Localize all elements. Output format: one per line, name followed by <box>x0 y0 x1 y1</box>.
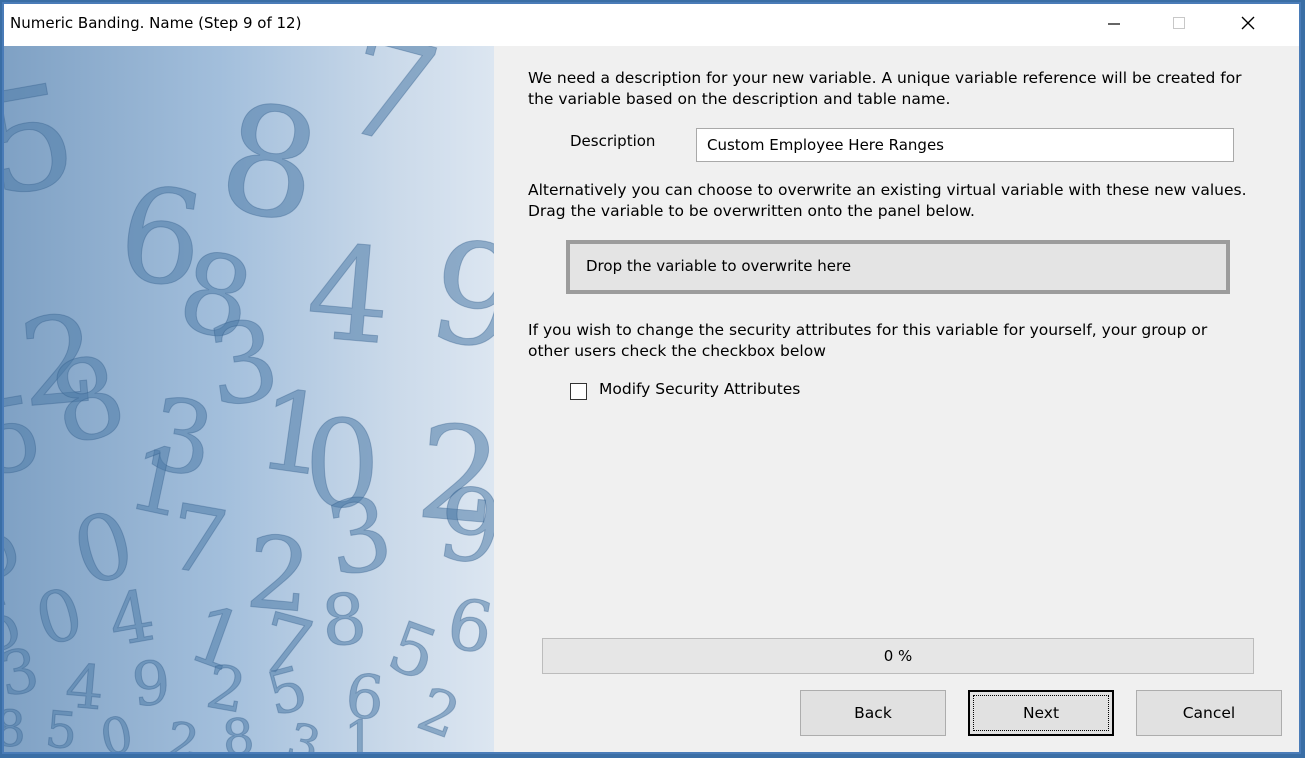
background-digit: 0 <box>27 572 91 663</box>
next-button[interactable]: Next <box>968 690 1114 736</box>
background-digit: 8 <box>220 707 257 752</box>
maximize-icon <box>1171 15 1187 35</box>
description-label: Description <box>570 132 656 150</box>
window-title: Numeric Banding. Name (Step 9 of 12) <box>10 14 302 32</box>
background-digit: 9 <box>418 209 494 385</box>
background-digit: 5 <box>43 700 80 752</box>
background-digit: 5 <box>4 53 88 229</box>
background-digit: 7 <box>325 46 453 182</box>
overwrite-drop-panel[interactable]: Drop the variable to overwrite here <box>566 240 1230 294</box>
minimize-button[interactable] <box>1084 4 1144 46</box>
background-digit: 9 <box>129 648 173 721</box>
cancel-button[interactable]: Cancel <box>1136 690 1282 736</box>
title-bar: Numeric Banding. Name (Step 9 of 12) <box>4 4 1299 46</box>
progress-bar: 0 % <box>542 638 1254 674</box>
background-digit: 4 <box>301 215 397 374</box>
close-button[interactable] <box>1218 4 1278 46</box>
background-digit: 0 <box>96 705 137 752</box>
close-icon <box>1240 15 1256 35</box>
maximize-button[interactable] <box>1149 4 1209 46</box>
background-digit: 8 <box>318 577 370 663</box>
background-digit: 8 <box>38 329 139 471</box>
back-button-label: Back <box>854 704 892 722</box>
intro-text: We need a description for your new varia… <box>528 69 1242 108</box>
back-button[interactable]: Back <box>800 690 946 736</box>
background-digit: 8 <box>4 700 26 752</box>
wizard-window: Numeric Banding. Name (Step 9 of 12) 568… <box>2 2 1301 754</box>
numbers-background-image: 5687283495102831507239604178563492562850… <box>4 46 494 752</box>
drop-panel-label: Drop the variable to overwrite here <box>586 257 852 275</box>
next-button-label: Next <box>1022 704 1060 722</box>
modify-security-label[interactable]: Modify Security Attributes <box>599 380 800 398</box>
minimize-icon <box>1106 15 1122 35</box>
numbers-artwork: 5687283495102831507239604178563492562850… <box>4 46 494 752</box>
background-digit: 1 <box>344 710 376 752</box>
progress-label: 0 % <box>883 647 913 665</box>
security-text: If you wish to change the security attri… <box>528 321 1208 360</box>
overwrite-text: Alternatively you can choose to overwrit… <box>528 181 1247 220</box>
cancel-button-label: Cancel <box>1182 704 1236 722</box>
wizard-content: We need a description for your new varia… <box>494 46 1299 752</box>
description-input[interactable] <box>696 128 1234 162</box>
modify-security-checkbox[interactable] <box>570 383 587 400</box>
background-digit: 6 <box>441 582 494 670</box>
